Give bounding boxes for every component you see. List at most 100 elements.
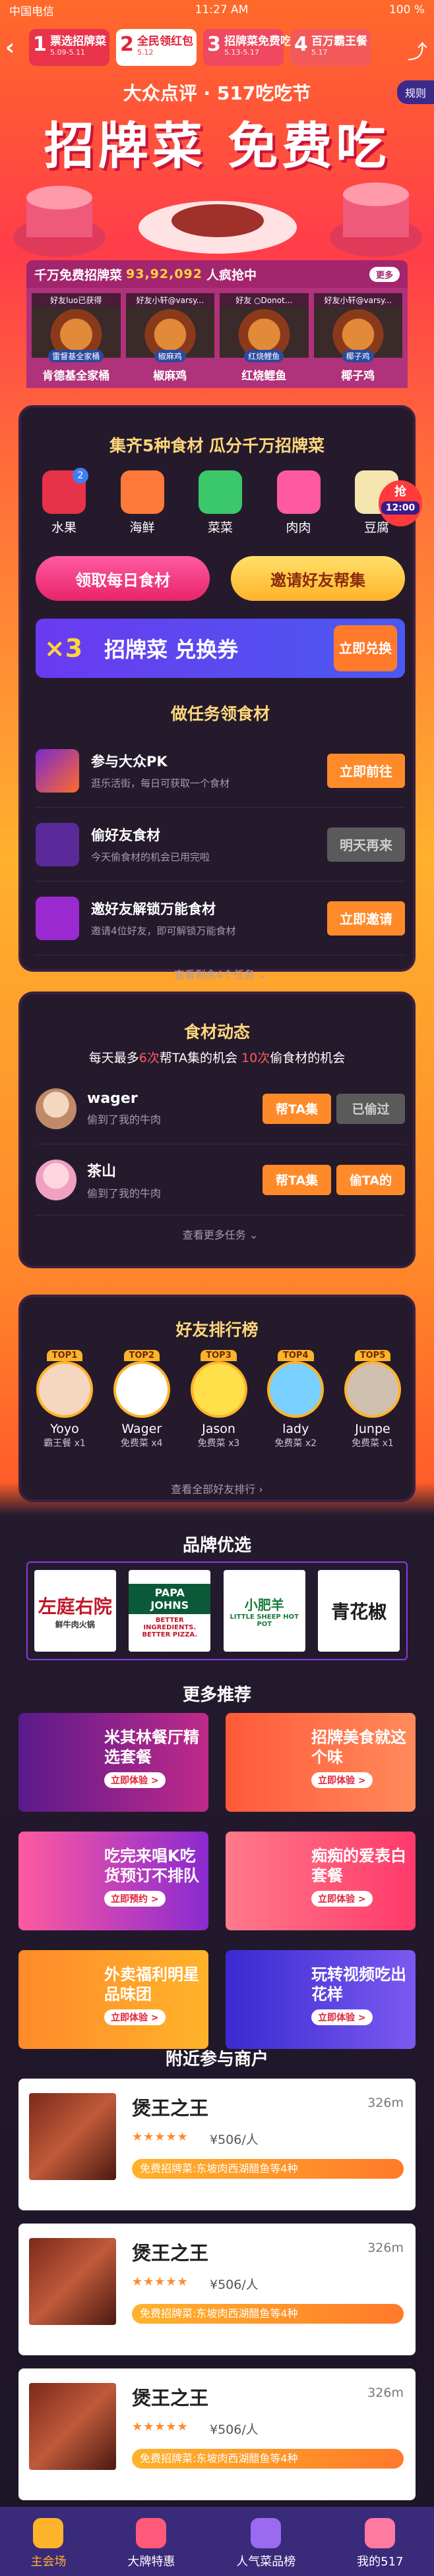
top-bar: ‹ 1 票选招牌菜 5.09-5.11 2 全民领红包 5.12 3 招牌菜免费…: [0, 22, 434, 82]
help-collect-button[interactable]: 帮TA集: [263, 1164, 331, 1195]
stolen-button[interactable]: 已偷过: [336, 1093, 405, 1124]
brand-name: 小肥羊: [244, 1596, 284, 1613]
ingredient-vegetable[interactable]: 菜菜: [192, 470, 249, 536]
pk-icon: [36, 748, 79, 793]
rules-button[interactable]: 规则: [396, 80, 434, 104]
redeem-button[interactable]: 立即兑换: [334, 625, 397, 671]
view-all-ranking-link[interactable]: 查看全部好友排行 ›: [21, 1480, 413, 1496]
rank-item[interactable]: TOP2 Wager 免费菜 x4: [106, 1350, 177, 1449]
tab-my-517[interactable]: 我的517: [357, 2518, 404, 2569]
carrier: 中国电信: [9, 5, 54, 18]
promo-card[interactable]: 吃完来唱K吃货预订不排队立即预约 >: [18, 1832, 208, 1930]
task-go-button[interactable]: 立即前往: [327, 753, 405, 788]
invite-icon: [36, 896, 79, 940]
merchant-image: [29, 2093, 116, 2180]
step-1[interactable]: 1 票选招牌菜 5.09-5.11: [29, 29, 109, 66]
bottom-tab-bar: 主会场 大牌特惠 人气菜品榜 我的517: [0, 2507, 434, 2576]
battery: 100 %: [388, 3, 425, 16]
coupon-banner: ×3 招牌菜 兑换券 立即兑换: [36, 619, 405, 678]
back-icon[interactable]: ‹: [5, 34, 15, 61]
merchant-card[interactable]: 煲王之王 326m ★★★★★ ¥506/人 免费招牌菜:东坡肉西湖醋鱼等4种: [18, 2368, 416, 2500]
feed-title: 食材动态: [183, 1022, 250, 1042]
promo-button[interactable]: 立即体验 >: [104, 2009, 166, 2025]
promo-card[interactable]: 外卖福利明星品味团立即体验 >: [18, 1950, 208, 2049]
promo-title: 吃完来唱K吃货预订不排队: [104, 1847, 199, 1885]
rank-item[interactable]: TOP4 lady 免费菜 x2: [260, 1350, 331, 1449]
invite-friends-button[interactable]: 邀请好友帮集: [231, 556, 405, 601]
step-4[interactable]: 4 百万霸王餐 5.17: [290, 29, 371, 66]
step-date: 5.12: [137, 48, 154, 57]
rank-stat: 免费菜 x2: [274, 1438, 317, 1449]
tab-brand-deals[interactable]: 大牌特惠: [127, 2518, 175, 2569]
promo-title: 招牌美食就这个味: [311, 1728, 406, 1766]
help-collect-button[interactable]: 帮TA集: [263, 1093, 331, 1124]
rank-item[interactable]: TOP1 Yoyo 霸王餐 x1: [29, 1350, 100, 1449]
star-rating: ★★★★★: [132, 2420, 189, 2434]
collect-panel: 集齐5种食材 瓜分千万招牌菜 2 水果 海鲜 菜菜 肉肉 豆腐 抢 12:00 …: [18, 405, 422, 981]
merchant-image: [29, 2238, 116, 2325]
star-rating: ★★★★★: [132, 2275, 189, 2289]
winner-card[interactable]: 好友小轩@varsy... 椒麻鸡 椒麻鸡: [125, 293, 214, 383]
promo-button[interactable]: 立即体验 >: [311, 1891, 373, 1907]
step-2[interactable]: 2 全民领红包 5.12: [116, 29, 197, 66]
ingredient-fruit[interactable]: 2 水果: [36, 468, 92, 536]
promo-title: 外卖福利明星品味团: [104, 1965, 199, 2003]
promo-card[interactable]: 玩转视频吃出花样 立即体验 >: [226, 1950, 416, 2049]
friend-name: 茶山: [87, 1163, 117, 1180]
grab-label: 抢: [394, 485, 406, 499]
winner-card[interactable]: 好友 ○Donot... 红烧鲤鱼 红烧鲤鱼: [220, 293, 309, 383]
rank-item[interactable]: TOP5 Junpe 免费菜 x1: [337, 1350, 408, 1449]
view-more-tasks-link[interactable]: 查看更多任务 ⌄: [36, 1226, 405, 1242]
merchant-card[interactable]: 煲王之王 326m ★★★★★ ¥506/人 免费招牌菜:东坡肉西湖醋鱼等4种: [18, 2079, 416, 2210]
task-row: 邀好友解锁万能食材 邀请4位好友，即可解锁万能食材 立即邀请: [36, 882, 405, 955]
promo-card[interactable]: 招牌美食就这个味立即体验 >: [226, 1713, 416, 1812]
tab-label: 主会场: [30, 2555, 67, 2569]
promo-card[interactable]: 米其林餐厅精选套餐 立即体验 >: [18, 1713, 208, 1812]
steal-button[interactable]: 偷TA的: [336, 1164, 405, 1195]
rank-item[interactable]: TOP3 Jason 免费菜 x3: [183, 1350, 255, 1449]
dish-name: 红烧鲤鱼: [241, 370, 287, 383]
step-number: 4: [294, 33, 308, 56]
rank-name: Wager: [121, 1422, 162, 1436]
vegetable-icon: [199, 470, 242, 514]
view-remaining-tasks-link[interactable]: 查看剩余4个任务 ⌄: [36, 966, 405, 982]
rank-badge: TOP5: [354, 1350, 391, 1361]
grab-button[interactable]: 抢 12:00: [379, 480, 422, 526]
rank-badge: TOP4: [278, 1350, 314, 1361]
share-icon[interactable]: ⤴: [408, 36, 427, 65]
winner-card[interactable]: 好友luo已获得 雷督基全家桶 肯德基全家桶: [32, 293, 121, 383]
winner-name: 好友小轩@varsy...: [125, 293, 214, 306]
cloche-icon: [251, 2518, 282, 2548]
free-dish-tag: 免费招牌菜:东坡肉西湖醋鱼等4种: [132, 2304, 404, 2324]
task-disabled-button[interactable]: 明天再来: [327, 827, 405, 862]
more-button[interactable]: 更多: [369, 266, 400, 282]
merchant-price: ¥506/人: [210, 2278, 259, 2292]
promo-button[interactable]: 立即预约 >: [104, 1891, 166, 1907]
daily-ingredient-button[interactable]: 领取每日食材: [36, 556, 210, 601]
avatar: [36, 1361, 93, 1418]
feed-subtitle: 每天最多6次帮TA集的机会 10次偷食材的机会: [21, 1048, 413, 1066]
brand-logo[interactable]: 小肥羊 LITTLE SHEEP HOT POT: [223, 1570, 305, 1652]
tab-popular-dishes[interactable]: 人气菜品榜: [236, 2518, 295, 2569]
brand-logo[interactable]: 青花椒: [318, 1570, 400, 1652]
brand-name: 青花椒: [331, 1601, 387, 1623]
dish-name: 椒麻鸡: [153, 370, 187, 383]
winner-card[interactable]: 好友小轩@varsy... 椰子鸡 椰子鸡: [313, 293, 402, 383]
promo-card[interactable]: 痴痴的爱表白套餐 立即体验 >: [226, 1832, 416, 1930]
avatar: [267, 1361, 325, 1418]
merchant-price: ¥506/人: [210, 2133, 259, 2147]
status-bar: 中国电信 11:27 AM 100 %: [0, 0, 434, 20]
task-invite-button[interactable]: 立即邀请: [327, 901, 405, 936]
ingredient-meat[interactable]: 肉肉: [270, 470, 327, 536]
merchant-card[interactable]: 煲王之王 326m ★★★★★ ¥506/人 免费招牌菜:东坡肉西湖醋鱼等4种: [18, 2224, 416, 2355]
brand-logo[interactable]: 左庭右院 鲜牛肉火锅: [34, 1570, 116, 1652]
coupon-multiplier: ×3: [44, 634, 83, 663]
tab-main-venue[interactable]: 主会场: [30, 2518, 66, 2569]
ingredient-label: 肉肉: [286, 520, 311, 535]
promo-button[interactable]: 立即体验 >: [311, 2009, 373, 2025]
brand-logo[interactable]: PAPA JOHNS BETTER INGREDIENTS. BETTER PIZ…: [129, 1570, 211, 1652]
promo-button[interactable]: 立即体验 >: [104, 1772, 166, 1788]
step-3[interactable]: 3 招牌菜免费吃 5.13-5.17: [203, 29, 292, 66]
ingredient-seafood[interactable]: 海鲜: [114, 470, 171, 536]
promo-button[interactable]: 立即体验 >: [311, 1772, 373, 1788]
